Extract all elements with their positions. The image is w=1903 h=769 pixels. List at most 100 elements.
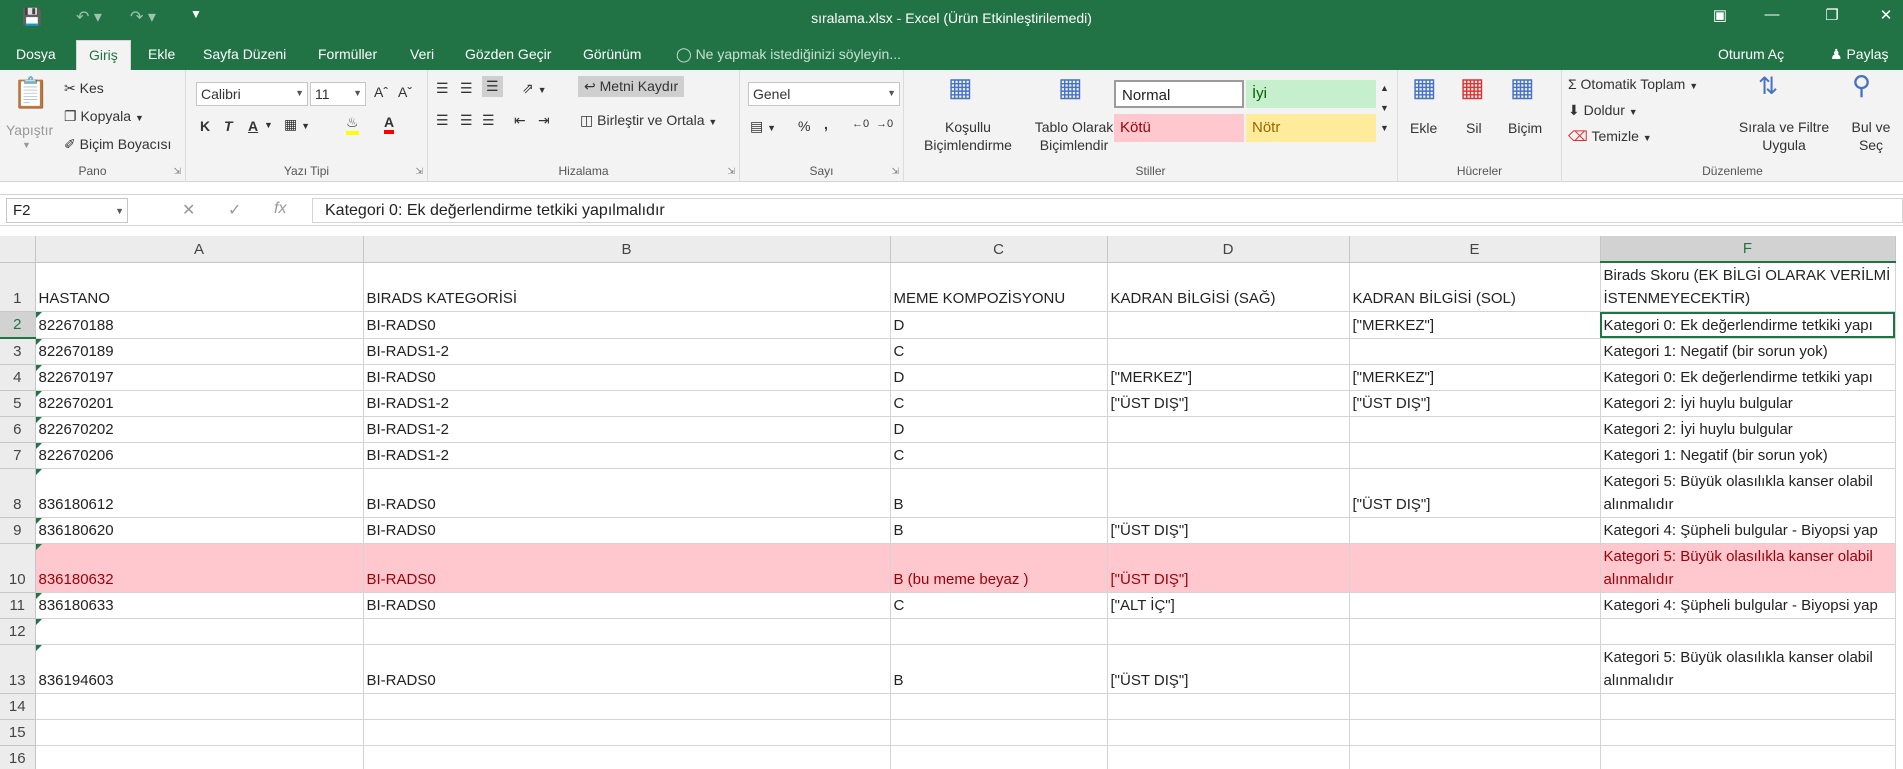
enter-icon[interactable]: ✓ xyxy=(228,200,241,220)
cell-e[interactable] xyxy=(1349,693,1601,720)
row-header[interactable]: 12 xyxy=(0,618,36,645)
delete-cells-button[interactable]: Sil xyxy=(1466,120,1482,136)
cancel-icon[interactable]: ✕ xyxy=(182,200,195,220)
cell-b[interactable]: BI-RADS0 xyxy=(363,517,891,544)
conditional-format-button[interactable]: Koşullu Biçimlendirme xyxy=(910,118,1026,154)
cell-c[interactable]: C xyxy=(890,338,1108,365)
cell-f[interactable]: Kategori 2: İyi huylu bulgular xyxy=(1600,416,1896,443)
row-header[interactable]: 3 xyxy=(0,338,36,365)
cell-e[interactable]: ["ÜST DIŞ"] xyxy=(1349,390,1601,417)
cell-a[interactable]: 822670189 xyxy=(35,338,364,365)
cell-d[interactable]: KADRAN BİLGİSİ (SAĞ) xyxy=(1107,262,1350,312)
cell-f[interactable]: Kategori 0: Ek değerlendirme tetkiki yap… xyxy=(1600,311,1896,339)
cell-a[interactable]: 836180633 xyxy=(35,592,364,619)
cell-c[interactable]: B xyxy=(890,517,1108,544)
row-header[interactable]: 1 xyxy=(0,262,36,312)
delete-cells-icon[interactable]: ▦ xyxy=(1460,72,1485,103)
paste-button[interactable]: Yapıştır xyxy=(6,122,53,138)
cell-f[interactable] xyxy=(1600,618,1896,645)
cell-e[interactable] xyxy=(1349,745,1601,769)
column-header-c[interactable]: C xyxy=(890,236,1108,263)
cell-b[interactable] xyxy=(363,745,891,769)
format-as-table-icon[interactable]: ▦ xyxy=(1058,72,1083,103)
cell-c[interactable]: D xyxy=(890,311,1108,339)
cell-c[interactable]: C xyxy=(890,442,1108,469)
dialog-launcher-icon[interactable]: ⇲ xyxy=(415,166,423,177)
cell-b[interactable]: BI-RADS0 xyxy=(363,364,891,391)
increase-decimal-icon[interactable]: ←0 xyxy=(852,118,869,130)
cell-e[interactable] xyxy=(1349,592,1601,619)
cell-f[interactable]: Kategori 4: Şüpheli bulgular - Biyopsi y… xyxy=(1600,517,1896,544)
cell-d[interactable] xyxy=(1107,442,1350,469)
row-header[interactable]: 11 xyxy=(0,592,36,619)
align-top-icon[interactable]: ☰ xyxy=(436,80,449,97)
fill-button[interactable]: ⬇ Doldur ▼ xyxy=(1568,102,1638,119)
increase-indent-icon[interactable]: ⇥ xyxy=(538,112,550,129)
cell-b[interactable] xyxy=(363,618,891,645)
cell-c[interactable]: C xyxy=(890,592,1108,619)
find-select-button[interactable]: Bul ve Seç xyxy=(1844,118,1898,154)
cell-f[interactable]: Birads Skoru (EK BİLGİ OLARAK VERİLMİ İS… xyxy=(1600,262,1896,312)
cell-b[interactable]: BI-RADS1-2 xyxy=(363,416,891,443)
tab-view[interactable]: Görünüm xyxy=(583,46,641,62)
name-box[interactable]: F2 ▼ xyxy=(6,198,128,223)
align-bottom-icon[interactable]: ☰ xyxy=(482,76,503,97)
cell-a[interactable]: 822670206 xyxy=(35,442,364,469)
insert-function-icon[interactable]: fx xyxy=(274,200,286,218)
cell-f[interactable] xyxy=(1600,745,1896,769)
cell-b[interactable]: BI-RADS0 xyxy=(363,543,891,593)
row-header[interactable]: 13 xyxy=(0,644,36,694)
borders-icon[interactable]: ▦ ▼ xyxy=(284,116,310,133)
bold-button[interactable]: K xyxy=(200,118,210,134)
align-left-icon[interactable]: ☰ xyxy=(436,112,449,129)
clear-button[interactable]: ⌫ Temizle ▼ xyxy=(1568,128,1652,145)
cell-a[interactable]: 822670197 xyxy=(35,364,364,391)
decrease-font-icon[interactable]: Aˇ xyxy=(398,84,412,100)
cell-d[interactable] xyxy=(1107,745,1350,769)
styles-scroll-icon[interactable]: ▲ ▼ ▼ xyxy=(1380,78,1389,138)
font-size-select[interactable]: 11 ▼ xyxy=(310,82,366,106)
cell-d[interactable]: ["ALT İÇ"] xyxy=(1107,592,1350,619)
cell-d[interactable] xyxy=(1107,693,1350,720)
copy-button[interactable]: ❐ Kopyala ▼ xyxy=(64,108,144,125)
column-header-e[interactable]: E xyxy=(1349,236,1601,263)
dialog-launcher-icon[interactable]: ⇲ xyxy=(891,166,899,177)
row-header[interactable]: 10 xyxy=(0,543,36,593)
cell-a[interactable]: 822670201 xyxy=(35,390,364,417)
cell-c[interactable]: B xyxy=(890,644,1108,694)
row-header[interactable]: 7 xyxy=(0,442,36,469)
cell-a[interactable] xyxy=(35,618,364,645)
minimize-icon[interactable]: — xyxy=(1752,6,1792,23)
select-all-corner[interactable] xyxy=(0,236,36,263)
tab-formulas[interactable]: Formüller xyxy=(318,46,377,62)
tell-me-box[interactable]: ◯ Ne yapmak istediğinizi söyleyin... xyxy=(676,46,901,63)
cell-c[interactable]: D xyxy=(890,416,1108,443)
cell-e[interactable] xyxy=(1349,442,1601,469)
format-painter-button[interactable]: ✐ Biçim Boyacısı xyxy=(64,136,171,153)
sort-filter-button[interactable]: Sırala ve Filtre Uygula xyxy=(1726,118,1842,154)
merge-center-button[interactable]: ◫ Birleştir ve Ortala ▼ xyxy=(580,112,717,129)
cell-e[interactable] xyxy=(1349,644,1601,694)
cell-f[interactable]: Kategori 4: Şüpheli bulgular - Biyopsi y… xyxy=(1600,592,1896,619)
style-bad[interactable]: Kötü xyxy=(1114,114,1244,142)
cell-d[interactable]: ["MERKEZ"] xyxy=(1107,364,1350,391)
row-header[interactable]: 5 xyxy=(0,390,36,417)
cell-d[interactable]: ["ÜST DIŞ"] xyxy=(1107,517,1350,544)
cell-c[interactable]: C xyxy=(890,390,1108,417)
sort-filter-icon[interactable]: ⇅ xyxy=(1758,72,1778,101)
cell-c[interactable]: B (bu meme beyaz ) xyxy=(890,543,1108,593)
column-header-f[interactable]: F xyxy=(1600,236,1896,263)
cell-d[interactable] xyxy=(1107,311,1350,339)
cell-f[interactable]: Kategori 2: İyi huylu bulgular xyxy=(1600,390,1896,417)
cut-button[interactable]: ✂ Kes xyxy=(64,80,104,97)
cell-a[interactable]: 836194603 xyxy=(35,644,364,694)
wrap-text-button[interactable]: ↩ Metni Kaydır xyxy=(578,76,685,97)
cell-d[interactable]: ["ÜST DIŞ"] xyxy=(1107,390,1350,417)
row-header[interactable]: 16 xyxy=(0,745,36,769)
cell-d[interactable] xyxy=(1107,468,1350,518)
column-header-a[interactable]: A xyxy=(35,236,364,263)
cell-a[interactable] xyxy=(35,719,364,746)
currency-icon[interactable]: ▤ ▼ xyxy=(750,118,776,135)
row-header[interactable]: 15 xyxy=(0,719,36,746)
cell-c[interactable]: B xyxy=(890,468,1108,518)
